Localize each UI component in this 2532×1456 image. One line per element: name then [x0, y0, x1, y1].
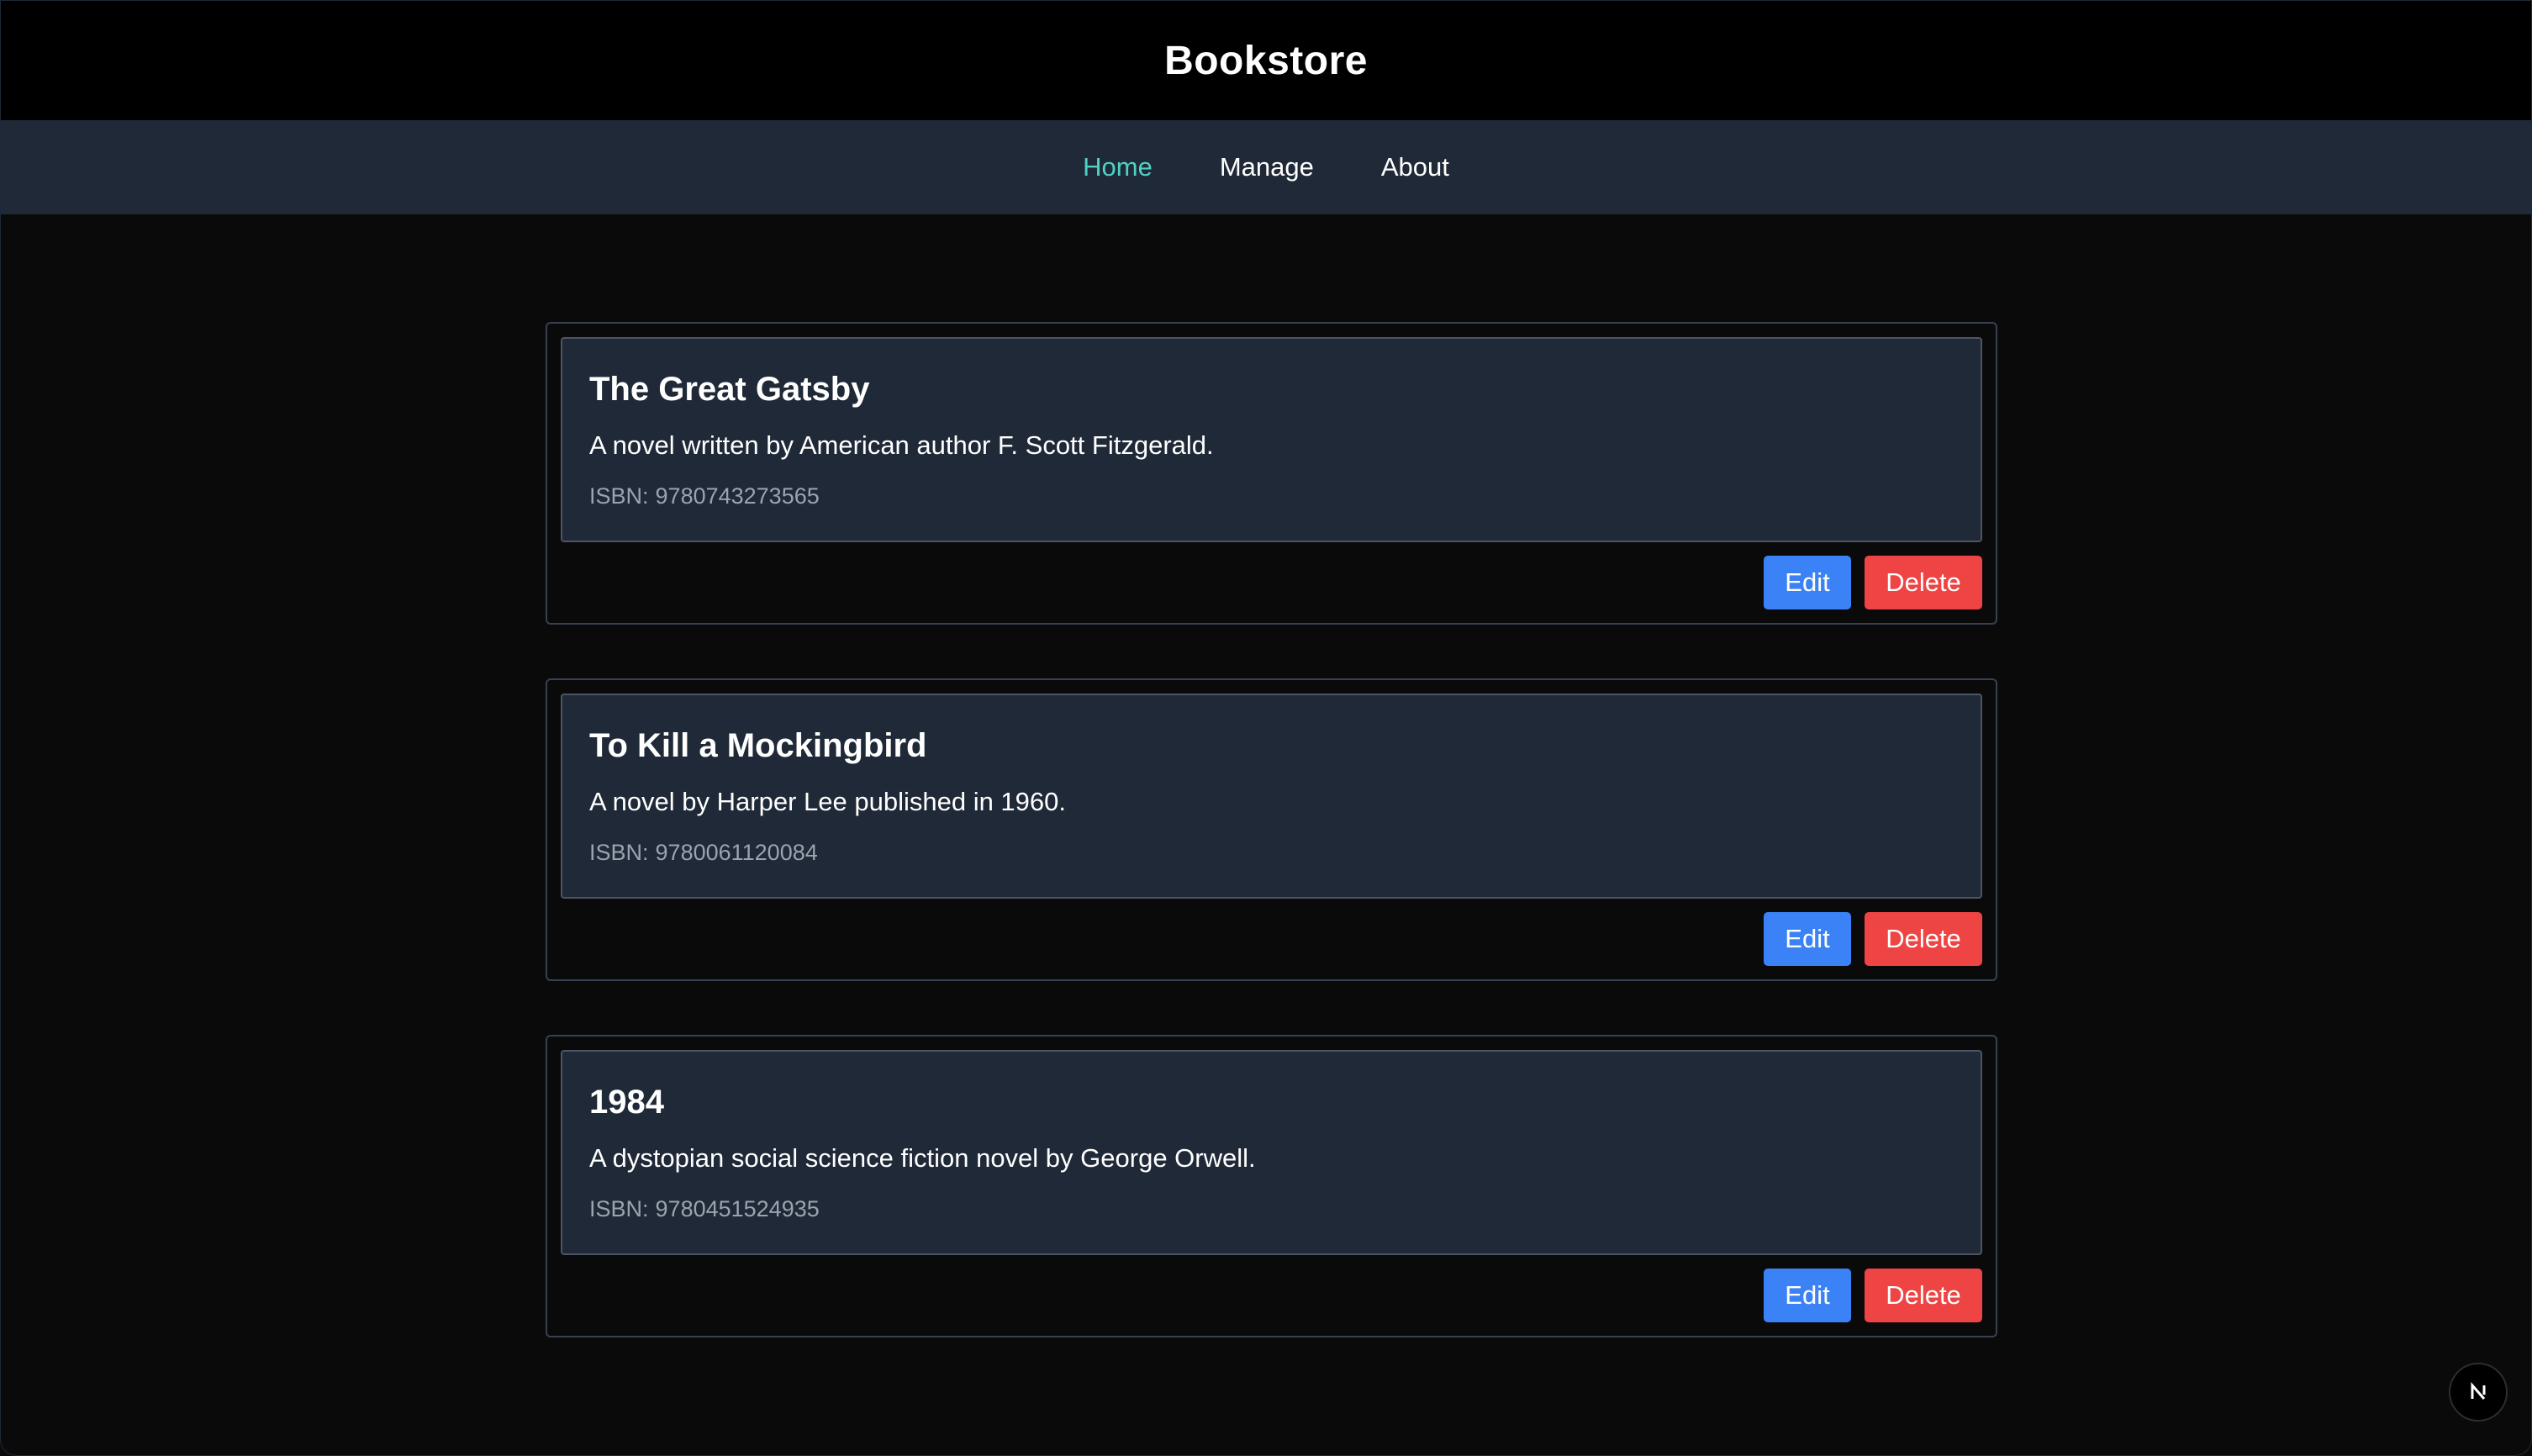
isbn-value: 9780743273565: [655, 483, 820, 509]
site-header: Bookstore: [1, 1, 2531, 120]
book-card: 1984 A dystopian social science fiction …: [546, 1035, 1997, 1337]
main-nav: Home Manage About: [1, 120, 2531, 214]
app-window: Bookstore Home Manage About The Great Ga…: [0, 0, 2532, 1456]
book-details: To Kill a Mockingbird A novel by Harper …: [561, 694, 1982, 899]
book-actions: Edit Delete: [1764, 1269, 1982, 1322]
book-isbn: ISBN: 9780743273565: [589, 483, 1981, 509]
site-title: Bookstore: [1164, 38, 1368, 83]
book-isbn: ISBN: 9780061120084: [589, 839, 1981, 866]
book-list: The Great Gatsby A novel written by Amer…: [546, 322, 1997, 1391]
nav-link-manage[interactable]: Manage: [1220, 152, 1314, 182]
nav-link-about[interactable]: About: [1381, 152, 1449, 182]
book-card: To Kill a Mockingbird A novel by Harper …: [546, 678, 1997, 981]
book-details: 1984 A dystopian social science fiction …: [561, 1050, 1982, 1255]
book-details: The Great Gatsby A novel written by Amer…: [561, 337, 1982, 542]
nextjs-logo-icon: [2471, 1382, 2486, 1400]
edit-button[interactable]: Edit: [1764, 1269, 1851, 1322]
book-card: The Great Gatsby A novel written by Amer…: [546, 322, 1997, 625]
book-title: To Kill a Mockingbird: [589, 727, 927, 764]
delete-button[interactable]: Delete: [1865, 1269, 1982, 1322]
isbn-value: 9780061120084: [655, 840, 818, 866]
delete-button[interactable]: Delete: [1865, 556, 1982, 609]
book-description: A novel written by American author F. Sc…: [589, 430, 1214, 460]
edit-button[interactable]: Edit: [1764, 556, 1851, 609]
edit-button[interactable]: Edit: [1764, 912, 1851, 966]
isbn-value: 9780451524935: [655, 1196, 820, 1222]
book-title: The Great Gatsby: [589, 371, 870, 408]
isbn-label: ISBN:: [589, 483, 649, 509]
delete-button[interactable]: Delete: [1865, 912, 1982, 966]
book-description: A novel by Harper Lee published in 1960.: [589, 787, 1067, 816]
book-actions: Edit Delete: [1764, 912, 1982, 966]
book-description: A dystopian social science fiction novel…: [589, 1143, 1256, 1173]
nextjs-dev-badge[interactable]: [2449, 1363, 2508, 1422]
book-title: 1984: [589, 1084, 664, 1121]
isbn-label: ISBN:: [589, 840, 649, 866]
nav-link-home[interactable]: Home: [1083, 152, 1153, 182]
book-isbn: ISBN: 9780451524935: [589, 1195, 1981, 1222]
book-actions: Edit Delete: [1764, 556, 1982, 609]
isbn-label: ISBN:: [589, 1196, 649, 1222]
